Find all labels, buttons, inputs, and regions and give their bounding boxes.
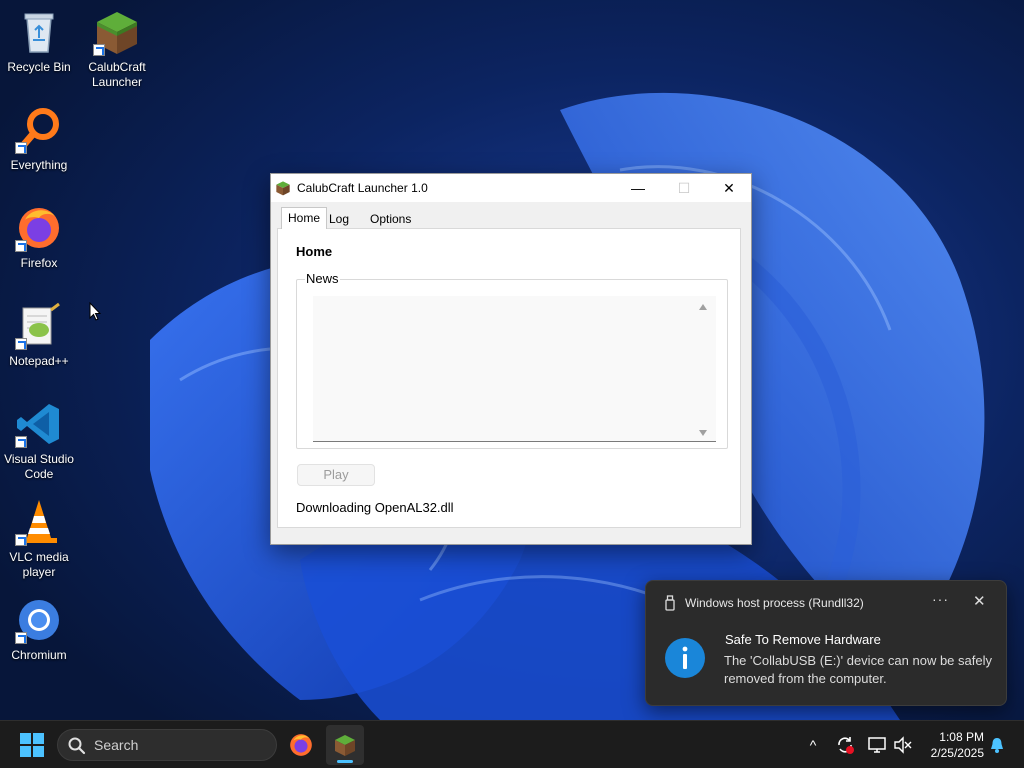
desktop-icon-recycle-bin[interactable]: Recycle Bin [0,8,78,75]
network-icon[interactable] [864,721,890,768]
close-button[interactable]: ✕ [706,174,752,202]
desktop-icon-label: Firefox [20,256,58,270]
notification-source: Windows host process (Rundll32) [685,596,864,610]
desktop-icon-visual-studio-code[interactable]: Visual Studio Code [0,400,78,482]
window-titlebar[interactable]: CalubCraft Launcher 1.0 — ☐ ✕ [271,174,751,202]
more-options-icon[interactable]: ··· [932,591,949,607]
taskbar-clock[interactable]: 1:08 PM 2/25/2025 [918,729,984,761]
usb-drive-icon [665,595,675,611]
desktop-icon-notepad-plus-plus[interactable]: Notepad++ [0,302,78,369]
desktop-icon-label: Visual Studio Code [4,452,74,481]
shortcut-arrow-icon [15,240,27,252]
grass-block-icon [276,181,290,196]
grass-block-icon [93,8,141,56]
taskbar-calubcraft-launcher[interactable] [326,725,364,765]
safe-remove-hardware-notification[interactable]: Windows host process (Rundll32) ··· ✕ Sa… [645,580,1007,706]
notification-headline: Safe To Remove Hardware [725,632,881,647]
shortcut-arrow-icon [15,142,27,154]
desktop-icon-calubcraft-launcher[interactable]: CalubCraft Launcher [78,8,156,90]
shortcut-arrow-icon [15,632,27,644]
taskbar: Search ^ 1:08 PM 2/25/2025 [0,720,1024,768]
play-button[interactable]: Play [297,464,375,486]
tray-overflow-chevron-icon[interactable]: ^ [800,721,826,768]
clock-time: 1:08 PM [939,730,984,744]
desktop-icon-label: Everything [10,158,68,172]
tab-log[interactable]: Log [323,209,355,229]
vscode-icon [15,400,63,448]
desktop-icon-chromium[interactable]: Chromium [0,596,78,663]
volume-muted-icon[interactable] [890,721,916,768]
sync-error-icon[interactable] [832,721,858,768]
desktop-icon-vlc-media-player[interactable]: VLC media player [0,498,78,580]
notepad-plus-plus-icon [15,302,63,350]
search-icon [68,737,86,755]
mouse-cursor-icon [89,302,101,321]
recycle-bin-icon [15,8,63,56]
notification-body: The 'CollabUSB (E:)' device can now be s… [724,653,992,686]
taskbar-firefox[interactable] [282,721,320,768]
status-text: Downloading OpenAL32.dll [296,500,454,515]
running-app-indicator [337,760,353,763]
clock-date: 2/25/2025 [930,746,984,760]
chromium-icon [15,596,63,644]
notification-bell-icon[interactable] [984,721,1010,768]
home-tab-panel: Home News Play Downloading OpenAL32.dll [277,228,741,528]
info-icon [665,638,705,678]
notification-close-button[interactable]: ✕ [973,592,986,610]
panel-heading: Home [296,244,333,259]
news-textbox[interactable] [313,296,716,442]
desktop-icon-firefox[interactable]: Firefox [0,204,78,271]
search-label: Search [94,737,139,753]
tab-home[interactable]: Home [281,207,328,229]
maximize-button[interactable]: ☐ [661,174,707,202]
desktop-icon-label: VLC media player [9,550,69,579]
firefox-icon [15,204,63,252]
shortcut-arrow-icon [15,534,27,546]
firefox-icon [290,734,312,756]
desktop-icon-everything[interactable]: Everything [0,106,78,173]
traffic-cone-icon [15,498,63,546]
shortcut-arrow-icon [15,436,27,448]
taskbar-search[interactable]: Search [57,729,277,761]
minimize-button[interactable]: — [615,174,661,202]
shortcut-arrow-icon [15,338,27,350]
tab-options[interactable]: Options [364,209,417,229]
grass-block-icon [335,735,355,756]
news-label: News [305,271,340,286]
window-title: CalubCraft Launcher 1.0 [297,181,428,195]
desktop-icon-label: Chromium [11,648,67,662]
desktop-icon-label: Notepad++ [9,354,69,368]
calubcraft-launcher-window[interactable]: CalubCraft Launcher 1.0 — ☐ ✕ Home Log O… [270,173,752,545]
start-button[interactable] [14,721,50,768]
magnifier-icon [15,106,63,154]
scroll-up-arrow-icon[interactable] [699,304,707,310]
desktop-icon-label: CalubCraft Launcher [88,60,146,89]
desktop-icon-label: Recycle Bin [7,60,71,74]
news-groupbox: News [296,271,728,449]
shortcut-arrow-icon [93,44,105,56]
scroll-down-arrow-icon[interactable] [699,430,707,436]
windows-logo-icon [20,733,44,757]
